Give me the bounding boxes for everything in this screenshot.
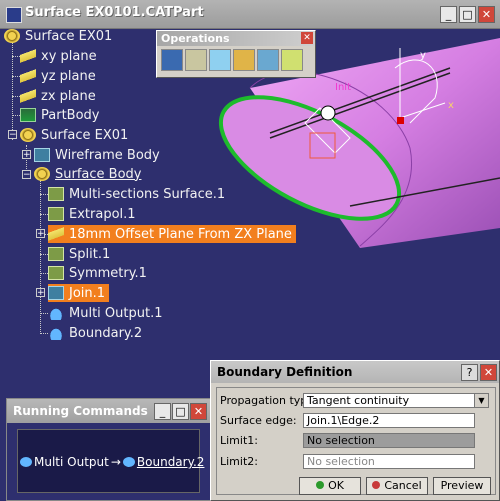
tree-root[interactable]: Surface EX01	[4, 27, 112, 45]
expand-toggle[interactable]: +	[36, 229, 45, 239]
tree-connector	[40, 333, 48, 334]
tree-item-extrapol[interactable]: Extrapol.1	[48, 205, 136, 223]
close-button[interactable]: ✕	[190, 403, 207, 420]
minimize-button[interactable]: _	[440, 6, 457, 23]
init-label: Init	[335, 82, 351, 93]
propagation-type-select[interactable]: Tangent continuity ▼	[303, 393, 489, 408]
tree-connector	[40, 194, 48, 195]
maximize-button[interactable]: □	[459, 6, 476, 23]
cancel-button[interactable]: Cancel	[366, 477, 428, 495]
translate-tool-icon[interactable]	[257, 49, 279, 71]
plane-icon	[48, 227, 64, 241]
limit2-label: Limit2:	[220, 455, 258, 468]
running-commands-panel: Running Commands _ □ ✕ Multi Output → Bo…	[6, 398, 211, 501]
tree-item-split[interactable]: Split.1	[48, 245, 110, 263]
y-axis-label: y	[420, 50, 426, 61]
surface-set-icon	[34, 167, 50, 181]
preview-button[interactable]: Preview	[433, 477, 491, 495]
partbody-icon	[20, 108, 36, 122]
ok-button[interactable]: OK	[299, 477, 361, 495]
tree-item-surface-set[interactable]: Surface EX01	[20, 126, 128, 144]
tree-item-multi-sections[interactable]: Multi-sections Surface.1	[48, 185, 225, 203]
maximize-button[interactable]: □	[172, 403, 189, 420]
boundary-icon	[122, 457, 135, 467]
help-icon[interactable]: ?	[461, 364, 478, 381]
app-icon	[6, 7, 22, 23]
toolbar-header[interactable]: Operations ✕	[157, 31, 315, 46]
plane-icon	[20, 89, 36, 103]
close-button[interactable]: ✕	[478, 6, 495, 23]
running-command-boundary[interactable]: Boundary.2	[137, 455, 205, 469]
tree-item-offset-plane[interactable]: 18mm Offset Plane From ZX Plane	[48, 225, 296, 243]
toolbar-close-icon[interactable]: ✕	[301, 32, 313, 44]
tree-item-boundary[interactable]: Boundary.2	[48, 324, 142, 342]
running-commands-header[interactable]: Running Commands _ □ ✕	[7, 399, 210, 423]
boundary-definition-dialog: Boundary Definition ? ✕ Propagation type…	[210, 360, 500, 501]
running-commands-body: Multi Output → Boundary.2	[17, 429, 204, 493]
extract-tool-icon[interactable]	[233, 49, 255, 71]
limit1-field[interactable]: No selection	[303, 433, 475, 448]
tree-connector	[40, 254, 48, 255]
expand-toggle[interactable]: −	[22, 170, 31, 180]
tree-item-yz-plane[interactable]: yz plane	[20, 67, 96, 85]
tree-item-symmetry[interactable]: Symmetry.1	[48, 264, 147, 282]
symmetry-icon	[48, 266, 64, 280]
wireframe-icon	[34, 148, 50, 162]
geometrical-set-icon	[20, 128, 36, 142]
boundary-tool-icon[interactable]	[209, 49, 231, 71]
cancel-icon	[372, 481, 381, 489]
extrapolate-tool-icon[interactable]	[281, 49, 303, 71]
ok-icon	[316, 481, 325, 489]
tree-item-partbody[interactable]: PartBody	[20, 106, 99, 124]
extrapolate-icon	[48, 207, 64, 221]
boundary-icon	[48, 326, 64, 340]
expand-toggle[interactable]: +	[22, 150, 31, 160]
split-tool-icon[interactable]	[185, 49, 207, 71]
tree-item-multi-output[interactable]: Multi Output.1	[48, 304, 162, 322]
running-command-chain: Multi Output → Boundary.2	[20, 455, 204, 469]
window-title: Surface EX0101.CATPart	[25, 5, 204, 20]
surface-edge-label: Surface edge:	[220, 414, 297, 427]
x-axis-label: x	[448, 100, 454, 111]
running-command-multi-output[interactable]: Multi Output	[34, 455, 109, 469]
tree-item-wireframe-body[interactable]: Wireframe Body	[34, 146, 160, 164]
expand-toggle[interactable]: +	[36, 288, 45, 298]
tree-item-join[interactable]: Join.1	[48, 284, 110, 302]
plane-icon	[20, 69, 36, 83]
multi-sections-icon	[48, 187, 64, 201]
title-bar: Surface EX0101.CATPart _ □ ✕	[0, 0, 500, 29]
tree-connector	[12, 40, 13, 140]
limit1-label: Limit1:	[220, 434, 258, 447]
multi-output-icon	[48, 306, 64, 320]
tree-item-xy-plane[interactable]: xy plane	[20, 47, 97, 65]
join-tool-icon[interactable]	[161, 49, 183, 71]
catia-window: Surface EX0101.CATPart _ □ ✕ Init x y − …	[0, 0, 500, 501]
limit2-field[interactable]: No selection	[303, 454, 475, 469]
expand-toggle[interactable]: −	[8, 130, 17, 140]
hand-cursor-icon	[320, 105, 336, 121]
tree-item-zx-plane[interactable]: zx plane	[20, 87, 96, 105]
chevron-down-icon[interactable]: ▼	[474, 394, 488, 407]
dialog-header[interactable]: Boundary Definition ? ✕	[211, 361, 499, 383]
part-icon	[4, 29, 20, 43]
tree-connector	[40, 273, 48, 274]
multi-output-icon	[20, 457, 32, 467]
tree-item-surface-body[interactable]: Surface Body	[34, 165, 141, 183]
plane-icon	[20, 49, 36, 63]
operations-toolbar: Operations ✕	[156, 30, 316, 78]
surface-edge-field[interactable]: Join.1\Edge.2	[303, 413, 475, 428]
close-button[interactable]: ✕	[480, 364, 497, 381]
origin-point[interactable]	[397, 117, 404, 124]
split-icon	[48, 247, 64, 261]
tree-connector	[40, 214, 48, 215]
arrow-icon: →	[110, 455, 121, 469]
minimize-button[interactable]: _	[154, 403, 171, 420]
tree-connector	[40, 313, 48, 314]
join-icon	[48, 286, 64, 300]
tree-connector	[40, 180, 41, 334]
